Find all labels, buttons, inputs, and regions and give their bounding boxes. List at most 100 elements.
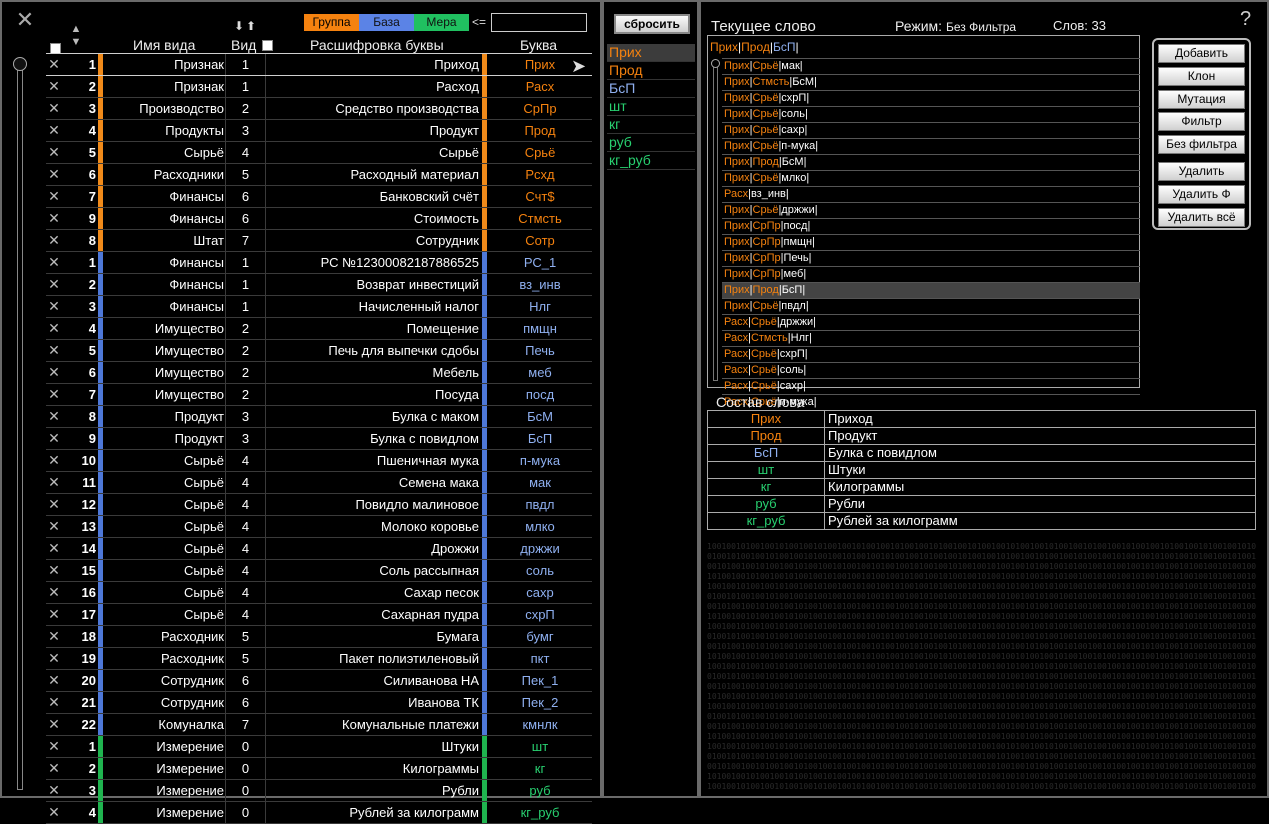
table-row[interactable]: ✕ 3 Производство 2 Средство производства СрПр [46,98,592,120]
row-letter[interactable]: Счт$ [488,186,592,207]
row-vid[interactable]: 7 [225,714,266,735]
row-vid[interactable]: 5 [225,626,266,647]
row-vid[interactable]: 2 [225,318,266,339]
delete-x-icon[interactable]: ✕ [46,318,62,339]
row-kind[interactable]: Продукты [104,120,224,141]
row-letter[interactable]: Срьё [488,142,592,163]
delete-x-icon[interactable]: ✕ [46,648,62,669]
row-kind[interactable]: Расходники [104,164,224,185]
row-description[interactable]: Булка с маком [265,406,479,427]
row-letter[interactable]: држжи [488,538,592,559]
word-list-scrollbar[interactable] [713,61,718,381]
row-description[interactable]: Сотрудник [265,230,479,251]
table-row[interactable]: ✕ 7 Имущество 2 Посуда посд [46,384,592,406]
row-description[interactable]: Банковский счёт [265,186,479,207]
row-description[interactable]: Семена мака [265,472,479,493]
no-filter-button[interactable]: Без фильтра [1158,135,1245,154]
row-letter[interactable]: шт [488,736,592,757]
table-row[interactable]: ✕ 2 Финансы 1 Возврат инвестиций вз_инв [46,274,592,296]
filter-measure-button[interactable]: Мера [414,14,469,31]
row-vid[interactable]: 0 [225,758,266,779]
delete-x-icon[interactable]: ✕ [46,120,62,141]
row-vid[interactable]: 3 [225,406,266,427]
row-description[interactable]: РС №12300082187886525 [265,252,479,273]
table-row[interactable]: ✕ 4 Продукты 3 Продукт Прод [46,120,592,142]
row-letter[interactable]: Рсхд [488,164,592,185]
row-vid[interactable]: 1 [225,296,266,317]
row-letter[interactable]: вз_инв [488,274,592,295]
table-row[interactable]: ✕ 19 Расходник 5 Пакет полиэтиленовый пкт [46,648,592,670]
table-row[interactable]: ✕ 2 Измерение 0 Килограммы кг [46,758,592,780]
row-vid[interactable]: 6 [225,186,266,207]
table-row[interactable]: ✕ 10 Сырьё 4 Пшеничная мука п-мука [46,450,592,472]
row-description[interactable]: Печь для выпечки сдобы [265,340,479,361]
row-kind[interactable]: Сырьё [104,582,224,603]
row-description[interactable]: Расходный материал [265,164,479,185]
row-kind[interactable]: Имущество [104,318,224,339]
delete-x-icon[interactable]: ✕ [46,384,62,405]
table-row[interactable]: ✕ 3 Измерение 0 Рубли руб [46,780,592,802]
row-vid[interactable]: 4 [225,516,266,537]
row-description[interactable]: Соль рассыпная [265,560,479,581]
row-letter[interactable]: СрПр [488,98,592,119]
row-vid[interactable]: 5 [225,164,266,185]
row-vid[interactable]: 4 [225,450,266,471]
sort-arrows-icon[interactable]: ⬇⬆ [234,19,258,33]
table-row[interactable]: ✕ 9 Продукт 3 Булка с повидлом БсП [46,428,592,450]
row-description[interactable]: Штуки [265,736,479,757]
row-letter[interactable]: пкт [488,648,592,669]
word-list-item[interactable]: Прих|Срьё|сахр| [722,122,1140,138]
row-description[interactable]: Булка с повидлом [265,428,479,449]
row-description[interactable]: Дрожжи [265,538,479,559]
filter-base-button[interactable]: База [359,14,414,31]
table-row[interactable]: ✕ 16 Сырьё 4 Сахар песок сахр [46,582,592,604]
table-row[interactable]: ✕ 3 Финансы 1 Начисленный налог Нлг [46,296,592,318]
letter-list-item[interactable]: БсП [607,80,695,98]
letter-list-item[interactable]: кг_руб [607,152,695,170]
row-kind[interactable]: Имущество [104,362,224,383]
row-description[interactable]: Молоко коровье [265,516,479,537]
delete-x-icon[interactable]: ✕ [46,98,62,119]
row-kind[interactable]: Сырьё [104,450,224,471]
row-vid[interactable]: 6 [225,208,266,229]
row-kind[interactable]: Сырьё [104,142,224,163]
table-row[interactable]: ✕ 6 Расходники 5 Расходный материал Рсхд [46,164,592,186]
row-kind[interactable]: Имущество [104,340,224,361]
row-kind[interactable]: Измерение [104,802,224,823]
word-list-item[interactable]: Прих|Срьё|схрП| [722,90,1140,106]
word-list-item[interactable]: Расх|Стмсть|Нлг| [722,330,1140,346]
letter-list-item[interactable]: руб [607,134,695,152]
letter-list-item[interactable]: Прод [607,62,695,80]
table-row[interactable]: ✕ 11 Сырьё 4 Семена мака мак [46,472,592,494]
table-row[interactable]: ✕ 1 Признак 1 Приход Прих [46,53,592,76]
row-kind[interactable]: Сырьё [104,516,224,537]
table-row[interactable]: ✕ 9 Финансы 6 Стоимость Стмсть [46,208,592,230]
row-vid[interactable]: 4 [225,560,266,581]
letter-list-item[interactable]: Прих [607,44,695,62]
row-description[interactable]: Средство производства [265,98,479,119]
row-description[interactable]: Сырьё [265,142,479,163]
row-letter[interactable]: БсМ [488,406,592,427]
delete-x-icon[interactable]: ✕ [46,208,62,229]
row-description[interactable]: Продукт [265,120,479,141]
row-vid[interactable]: 1 [225,252,266,273]
delete-x-icon[interactable]: ✕ [46,736,62,757]
row-vid[interactable]: 4 [225,604,266,625]
row-letter[interactable]: посд [488,384,592,405]
row-description[interactable]: Рублей за килограмм [265,802,479,823]
row-letter[interactable]: кмнлк [488,714,592,735]
filter-group-button[interactable]: Группа [304,14,359,31]
play-arrow-icon[interactable]: ➤ [571,56,586,77]
word-list-item[interactable]: Прих|Срьё|млко| [722,170,1140,186]
table-row[interactable]: ✕ 12 Сырьё 4 Повидло малиновое пвдл [46,494,592,516]
delete-x-icon[interactable]: ✕ [46,186,62,207]
delete-x-icon[interactable]: ✕ [46,714,62,735]
delete-x-icon[interactable]: ✕ [46,428,62,449]
delete-x-icon[interactable]: ✕ [46,340,62,361]
row-letter[interactable]: схрП [488,604,592,625]
row-description[interactable]: Пакет полиэтиленовый [265,648,479,669]
row-vid[interactable]: 2 [225,340,266,361]
word-list-item[interactable]: Прих|Срьё|п-мука| [722,138,1140,154]
filter-input[interactable] [491,13,587,32]
word-list-scroll-knob[interactable] [711,59,720,68]
